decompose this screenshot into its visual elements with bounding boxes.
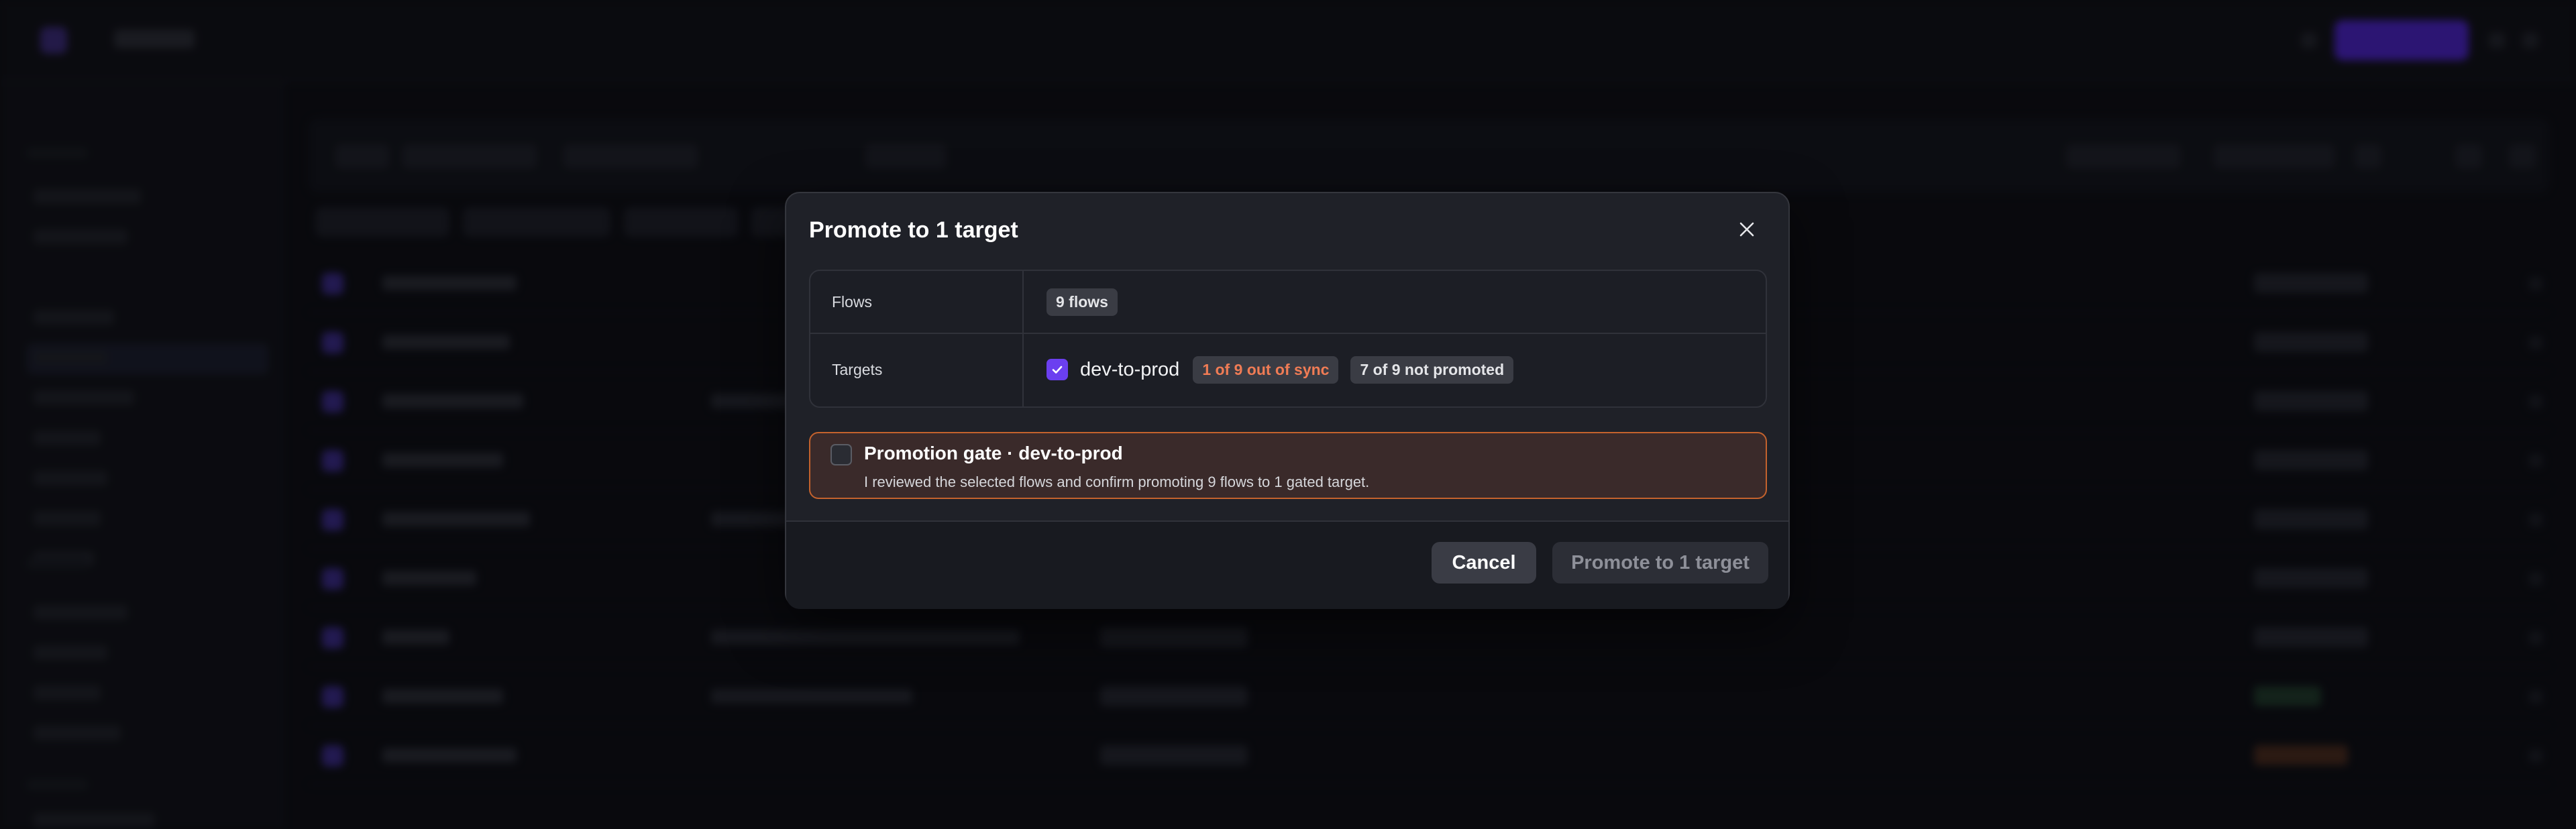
target-checkbox[interactable]: [1046, 359, 1068, 380]
gate-title: Promotion gate · dev-to-prod: [864, 443, 1123, 463]
cancel-button[interactable]: Cancel: [1432, 542, 1536, 584]
target-name: dev-to-prod: [1080, 358, 1180, 380]
promote-dialog: Promote to 1 target Flows 9 flows Target…: [785, 192, 1790, 609]
promotion-gate[interactable]: Promotion gate · dev-to-prod I reviewed …: [809, 432, 1767, 499]
gate-description: I reviewed the selected flows and confir…: [864, 474, 1370, 490]
promote-button[interactable]: Promote to 1 target: [1552, 542, 1768, 584]
check-icon: [1052, 366, 1063, 374]
promotion-summary: Flows 9 flows Targets dev-to-prod 1 of 9…: [809, 270, 1767, 408]
target-item: dev-to-prod 1 of 9 out of sync 7 of 9 no…: [1046, 355, 1514, 384]
out-of-sync-badge: 1 of 9 out of sync: [1193, 355, 1339, 384]
dialog-footer: Cancel Promote to 1 target: [786, 520, 1788, 609]
flows-row: Flows 9 flows: [810, 271, 1766, 334]
flows-value: 9 flows: [1046, 288, 1118, 316]
flows-count-chip: 9 flows: [1046, 288, 1118, 316]
gate-checkbox[interactable]: [830, 444, 852, 465]
close-button[interactable]: [1732, 215, 1762, 244]
dialog-title: Promote to 1 target: [809, 217, 1018, 243]
close-icon: [1739, 222, 1754, 237]
flows-label: Flows: [832, 292, 873, 311]
targets-label: Targets: [832, 360, 883, 378]
targets-row: Targets dev-to-prod 1 of 9 out of sync 7…: [810, 333, 1766, 406]
not-promoted-badge: 7 of 9 not promoted: [1350, 355, 1514, 384]
